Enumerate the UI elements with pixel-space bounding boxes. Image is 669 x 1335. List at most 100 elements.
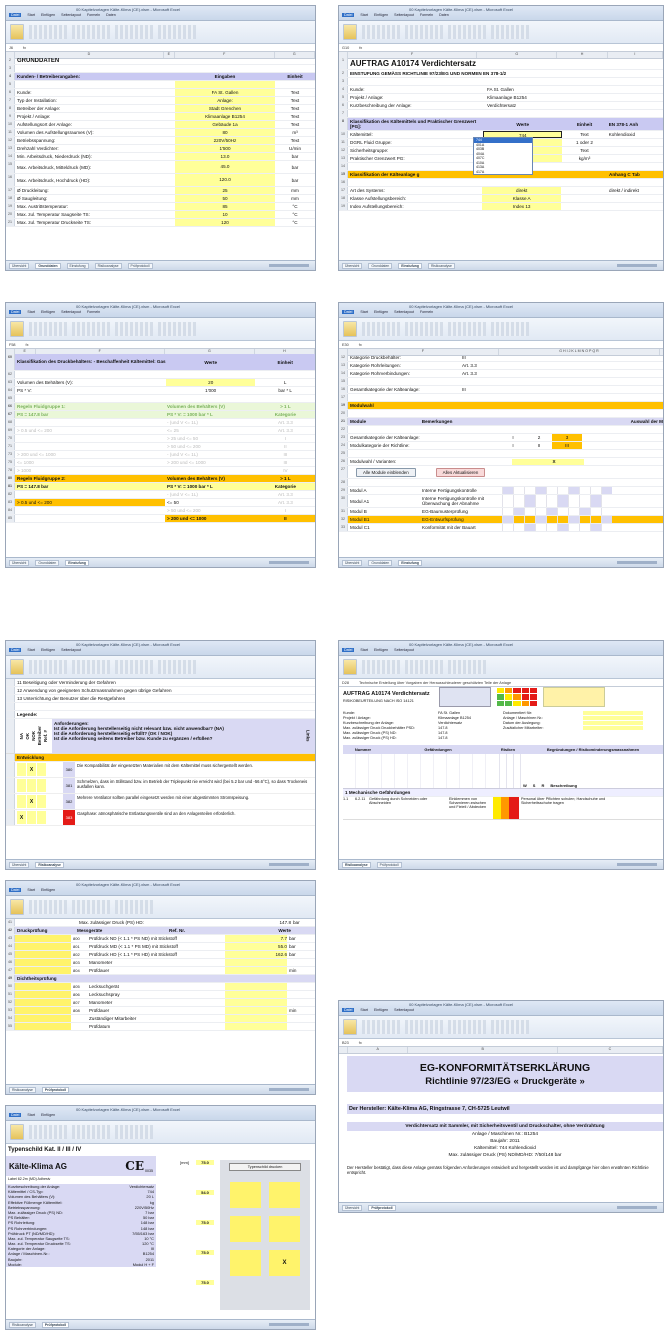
number-group[interactable]	[115, 660, 153, 674]
test-value[interactable]: 55.0	[225, 943, 287, 950]
tab-file[interactable]: Datei	[9, 310, 22, 314]
tab-layout[interactable]: Seitenlayout	[394, 13, 414, 17]
module-matrix-cell[interactable]	[579, 508, 590, 515]
ribbon-tabs[interactable]: Datei Start Einfügen Seitenlayout Formel…	[9, 13, 116, 17]
font-group[interactable]	[29, 900, 67, 914]
label-slot[interactable]	[230, 1182, 261, 1208]
test-value[interactable]	[225, 991, 287, 998]
styles-group[interactable]	[491, 322, 529, 336]
sheet-tab[interactable]: Prüfprotokoll	[376, 861, 402, 868]
zoom-slider[interactable]	[617, 1206, 657, 1209]
info-value[interactable]	[583, 711, 643, 715]
module-matrix-cell[interactable]	[502, 495, 513, 507]
sheet-tab[interactable]: Risikoanalyse	[9, 1086, 36, 1093]
module-matrix-cell[interactable]	[601, 487, 612, 494]
styles-group[interactable]	[158, 660, 196, 674]
paste-icon[interactable]	[343, 24, 357, 40]
module-matrix-cell[interactable]	[546, 508, 557, 515]
module-matrix-cell[interactable]	[535, 516, 546, 523]
field-value[interactable]: 220V/50Hz	[175, 137, 275, 144]
label-slot-selected[interactable]: X	[269, 1250, 300, 1276]
field-value[interactable]: 20	[166, 379, 256, 386]
tab-start[interactable]: Start	[360, 648, 368, 652]
info-value[interactable]	[583, 716, 643, 720]
sheet-tab[interactable]: Übersicht	[9, 861, 30, 868]
zoom-slider[interactable]	[269, 561, 309, 564]
check-cell[interactable]	[37, 779, 46, 792]
module-matrix-cell[interactable]	[524, 524, 535, 531]
module-matrix-cell[interactable]	[513, 524, 524, 531]
tab-insert[interactable]: Einfügen	[41, 888, 55, 892]
ribbon-tabs[interactable]: Datei Start Einfügen Seitenlayout	[9, 648, 81, 652]
test-value[interactable]	[225, 999, 287, 1006]
name-box[interactable]: D28	[342, 681, 349, 685]
check-cell[interactable]	[27, 779, 36, 792]
field-value[interactable]: FA St. Gallen	[175, 89, 275, 96]
field-value[interactable]: 10	[175, 211, 275, 218]
sheet-tab[interactable]: Prüfprotokoll	[127, 262, 153, 269]
module-matrix-cell[interactable]	[524, 487, 535, 494]
field-value[interactable]: Klasse A	[482, 195, 561, 202]
tab-layout[interactable]: Seitenlayout	[61, 13, 81, 17]
module-matrix-cell[interactable]	[535, 508, 546, 515]
tab-layout[interactable]: Seitenlayout	[394, 648, 414, 652]
font-group[interactable]	[362, 1020, 400, 1034]
check-cell[interactable]	[17, 779, 26, 792]
module-matrix-cell[interactable]	[590, 508, 601, 515]
sheet-tab-active[interactable]: Einstufung	[398, 262, 422, 269]
sheet-tab[interactable]: Einstufung	[66, 262, 89, 269]
field-value[interactable]: Klimaanlage B1254	[175, 113, 275, 120]
tab-layout[interactable]: Seitenlayout	[61, 648, 81, 652]
tab-start[interactable]: Start	[27, 888, 35, 892]
label-slot[interactable]	[269, 1182, 300, 1208]
info-value[interactable]	[583, 721, 643, 725]
module-matrix-cell[interactable]	[557, 524, 568, 531]
tab-formulas[interactable]: Formeln	[420, 310, 433, 314]
module-matrix-cell[interactable]	[546, 516, 557, 523]
font-group[interactable]	[29, 1125, 67, 1139]
field-value[interactable]: Stadt Grenchen	[175, 105, 275, 112]
check-cell[interactable]	[37, 795, 46, 808]
zoom-slider[interactable]	[269, 863, 309, 866]
name-box[interactable]: F58	[9, 343, 16, 347]
zoom-slider[interactable]	[269, 264, 309, 267]
sheet-tab[interactable]: Übersicht	[342, 559, 363, 566]
module-matrix-cell[interactable]	[568, 487, 579, 494]
module-matrix-cell[interactable]	[579, 495, 590, 507]
tab-file[interactable]: Datei	[9, 1113, 22, 1117]
field-value[interactable]: direkt	[482, 187, 561, 194]
module-matrix-cell[interactable]	[557, 495, 568, 507]
tab-insert[interactable]: Einfügen	[41, 310, 55, 314]
module-matrix-cell[interactable]	[546, 495, 557, 507]
zoom-slider[interactable]	[617, 561, 657, 564]
tab-start[interactable]: Start	[360, 13, 368, 17]
sheet-tab[interactable]: Grunddaten	[368, 559, 393, 566]
print-nameplate-button[interactable]: Typenschild drucken	[229, 1163, 301, 1171]
check-cell[interactable]	[47, 763, 56, 776]
field-value[interactable]: Anlage:	[175, 97, 275, 104]
module-matrix-cell[interactable]	[546, 524, 557, 531]
tab-file[interactable]: Datei	[342, 1008, 355, 1012]
sheet-tab[interactable]: Übersicht	[9, 559, 30, 566]
tab-data[interactable]: Daten	[439, 13, 449, 17]
alignment-group[interactable]	[72, 1125, 110, 1139]
sheet-tab[interactable]: Grunddaten	[368, 262, 393, 269]
field-value[interactable]: Index 13	[482, 203, 561, 210]
module-matrix-cell[interactable]	[513, 508, 524, 515]
paste-icon[interactable]	[10, 899, 24, 915]
module-matrix-cell[interactable]	[524, 508, 535, 515]
check-cell[interactable]: X	[27, 795, 36, 808]
label-slot[interactable]	[230, 1250, 261, 1276]
formula-bar[interactable]: B23 fx	[339, 1039, 663, 1047]
sheet-tab[interactable]: Risikoanalyse	[9, 1321, 36, 1328]
update-all-button[interactable]: Alles Aktualisieren	[435, 467, 486, 477]
variant-mark[interactable]: X	[548, 458, 560, 465]
field-value[interactable]: 80	[175, 129, 275, 136]
sheet-tab-active[interactable]: Einstufung	[65, 559, 89, 566]
zoom-slider[interactable]	[269, 1323, 309, 1326]
show-all-modules-button[interactable]: Alle Module einblenden	[356, 467, 416, 477]
tab-start[interactable]: Start	[360, 310, 368, 314]
tab-insert[interactable]: Einfügen	[374, 648, 388, 652]
alignment-group[interactable]	[405, 1020, 443, 1034]
module-matrix-cell[interactable]	[601, 524, 612, 531]
